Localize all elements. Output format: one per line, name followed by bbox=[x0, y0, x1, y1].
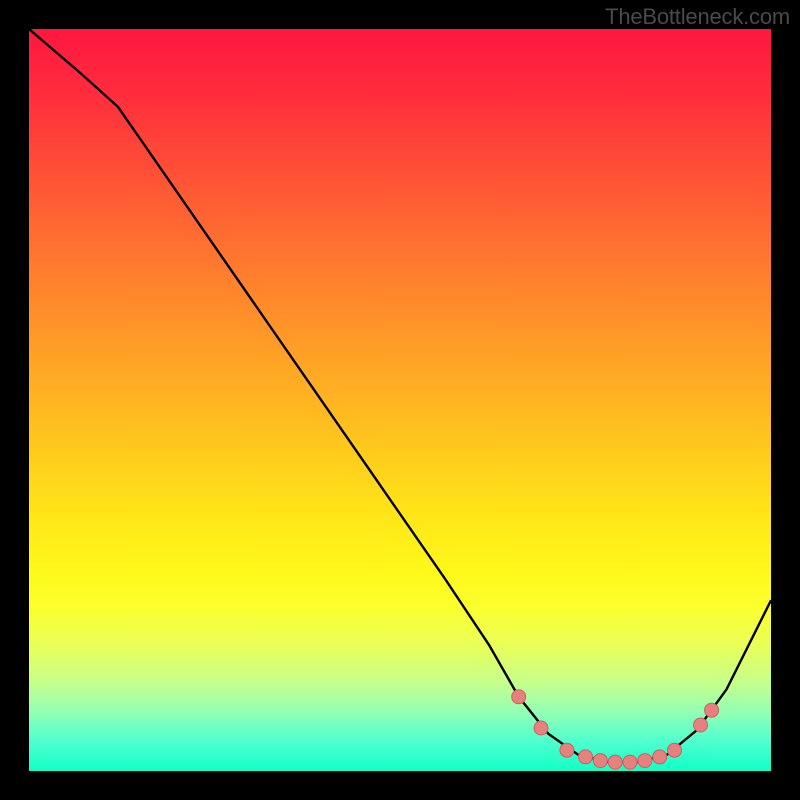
plot-area bbox=[29, 29, 771, 771]
curve-marker bbox=[608, 755, 622, 769]
curve-marker bbox=[512, 690, 526, 704]
curve-marker bbox=[705, 703, 719, 717]
curve-marker bbox=[638, 754, 652, 768]
curve-marker bbox=[668, 743, 682, 757]
curve-layer bbox=[29, 29, 771, 771]
curve-marker bbox=[534, 721, 548, 735]
curve-marker bbox=[694, 718, 708, 732]
curve-marker bbox=[653, 750, 667, 764]
curve-marker bbox=[579, 750, 593, 764]
curve-marker bbox=[560, 743, 574, 757]
attribution-watermark: TheBottleneck.com bbox=[605, 4, 790, 30]
bottleneck-curve bbox=[29, 29, 771, 762]
chart-stage: TheBottleneck.com bbox=[0, 0, 800, 800]
curve-marker bbox=[593, 754, 607, 768]
curve-markers bbox=[512, 690, 719, 769]
curve-marker bbox=[623, 755, 637, 769]
